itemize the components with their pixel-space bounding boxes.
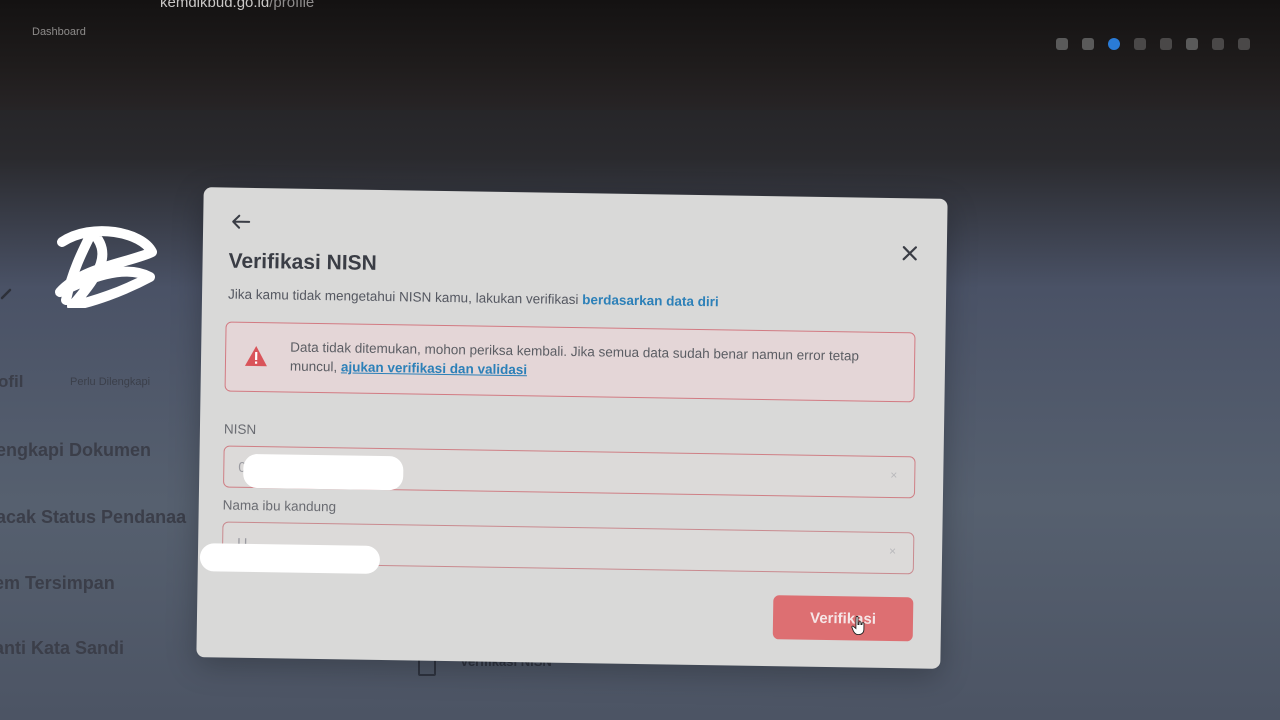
nisn-verification-modal: Verifikasi NISN Jika kamu tidak mengetah… [196, 187, 948, 669]
verify-button[interactable]: Verifikasi [772, 595, 914, 642]
subtitle-text: Jika kamu tidak mengetahui NISN kamu, la… [227, 286, 583, 308]
sidebar-item-documents[interactable]: engkapi Dokumen [0, 440, 151, 461]
menu-icon[interactable] [1238, 38, 1250, 50]
address-bar[interactable]: kemdikbud.go.id/profile [160, 0, 314, 11]
status-badge: Perlu Dilengkapi [70, 376, 151, 388]
pencil-icon[interactable] [0, 286, 14, 300]
alert-message: Data tidak ditemukan, mohon periksa kemb… [290, 338, 891, 385]
submit-validation-link[interactable]: ajukan verifikasi dan validasi [341, 359, 527, 377]
clear-icon[interactable]: × [890, 468, 900, 482]
error-alert: Data tidak ditemukan, mohon periksa kemb… [224, 321, 916, 403]
nisn-label: NISN [223, 421, 257, 438]
extension-icon[interactable] [1134, 38, 1146, 50]
url-host: kemdikbud.go.id [160, 0, 270, 11]
extension-tray [1056, 38, 1250, 50]
modal-title: Verifikasi NISN [228, 249, 377, 275]
browser-tab-title[interactable]: Dashboard [32, 26, 86, 38]
extension-icon[interactable] [1160, 38, 1172, 50]
screen: kemdikbud.go.id/profile Dashboard ofil P… [0, 0, 1280, 720]
redaction-mark [199, 543, 381, 574]
verify-by-personal-data-link[interactable]: berdasarkan data diri [582, 292, 719, 309]
redaction-mark [243, 453, 404, 491]
profile-icon[interactable] [1212, 38, 1224, 50]
shield-icon[interactable] [1108, 38, 1120, 50]
extension-icon[interactable] [1082, 38, 1094, 50]
sidebar-item-change-password[interactable]: anti Kata Sandi [0, 638, 124, 659]
puzzle-icon[interactable] [1186, 38, 1198, 50]
back-arrow-icon[interactable] [229, 210, 253, 234]
warning-icon [244, 346, 267, 367]
hand-cursor-icon [851, 615, 865, 635]
avatar [55, 226, 157, 308]
profile-status-label: ofil [0, 372, 24, 391]
close-icon[interactable] [899, 242, 921, 264]
mother-name-label: Nama ibu kandung [222, 497, 337, 515]
browser-toolbar: kemdikbud.go.id/profile Dashboard [0, 0, 1280, 110]
modal-subtitle: Jika kamu tidak mengetahui NISN kamu, la… [228, 287, 719, 310]
url-path: /profile [269, 0, 315, 11]
sidebar-item-saved-items[interactable]: em Tersimpan [0, 573, 115, 594]
sidebar-item-funding-status[interactable]: acak Status Pendanaa [0, 507, 186, 528]
extension-icon[interactable] [1056, 38, 1068, 50]
clear-icon[interactable]: × [889, 544, 899, 558]
